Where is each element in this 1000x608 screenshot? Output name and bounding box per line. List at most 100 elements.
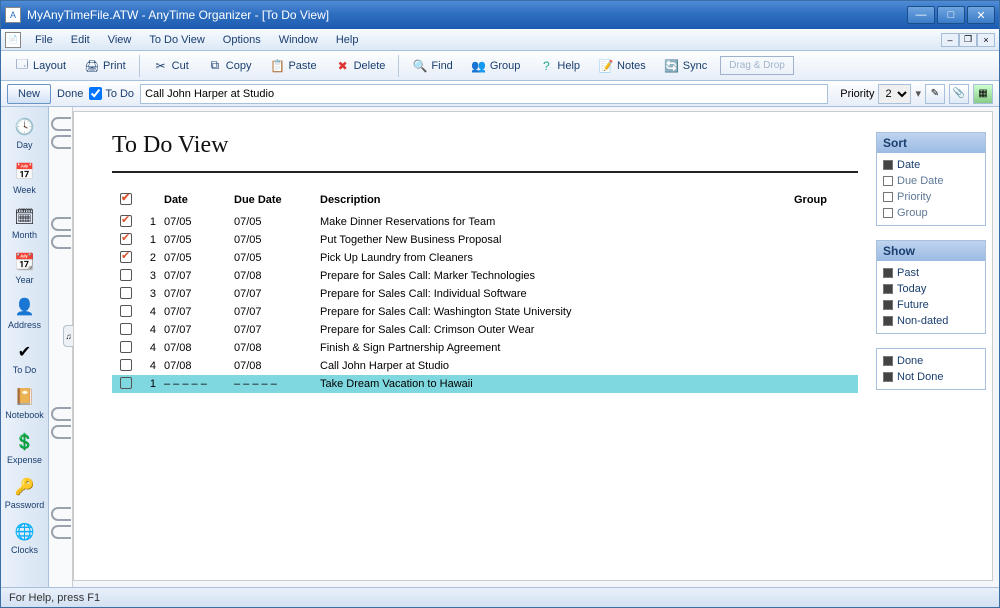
toggle-box-icon [883, 268, 893, 278]
nav-todo[interactable]: ✔To Do [4, 336, 46, 379]
row-check[interactable] [112, 233, 140, 248]
titlebar[interactable]: A MyAnyTimeFile.ATW - AnyTime Organizer … [1, 1, 999, 29]
maximize-button[interactable]: □ [937, 6, 965, 24]
nav-notebook-label: Notebook [5, 410, 44, 420]
checkbox-icon[interactable] [120, 377, 132, 389]
layout-button[interactable]: 🗔Layout [7, 54, 73, 78]
table-row[interactable]: 407/0707/07Prepare for Sales Call: Crims… [112, 321, 858, 339]
table-row[interactable]: 407/0807/08Finish & Sign Partnership Agr… [112, 339, 858, 357]
mdi-minimize-button[interactable]: – [941, 33, 959, 47]
header-date[interactable]: Date [164, 194, 234, 206]
checkbox-icon[interactable] [120, 341, 132, 353]
done-filter-button[interactable]: Done [57, 88, 83, 100]
page-title: To Do View [112, 132, 858, 159]
note-tab-icon[interactable]: ♫ [63, 325, 73, 347]
todo-filter-checkbox[interactable]: To Do [89, 87, 134, 100]
subbar: New Done To Do Priority 2 ▾ ✎ 📎 ▦ [1, 81, 999, 107]
menu-file[interactable]: File [27, 31, 61, 49]
header-group[interactable]: Group [794, 194, 858, 206]
close-button[interactable]: ✕ [967, 6, 995, 24]
sort-option[interactable]: Priority [883, 189, 979, 205]
status-option[interactable]: Done [883, 353, 979, 369]
new-button[interactable]: New [7, 84, 51, 104]
menu-todoview[interactable]: To Do View [141, 31, 212, 49]
row-check[interactable] [112, 269, 140, 284]
nav-address[interactable]: 👤Address [4, 291, 46, 334]
row-check[interactable] [112, 359, 140, 374]
group-button[interactable]: 👥Group [464, 54, 528, 78]
checkbox-icon[interactable] [120, 323, 132, 335]
show-option[interactable]: Today [883, 281, 979, 297]
show-option[interactable]: Future [883, 297, 979, 313]
checkbox-icon[interactable] [120, 233, 132, 245]
cut-button[interactable]: ✂Cut [146, 54, 196, 78]
header-description[interactable]: Description [320, 194, 794, 206]
show-option[interactable]: Non-dated [883, 313, 979, 329]
nav-expense[interactable]: 💲Expense [4, 426, 46, 469]
todo-checkbox-input[interactable] [89, 87, 102, 100]
priority-dropdown-icon[interactable]: ▾ [915, 87, 921, 100]
row-check[interactable] [112, 377, 140, 392]
help-button[interactable]: ?Help [531, 54, 587, 78]
table-row[interactable]: 107/0507/05Make Dinner Reservations for … [112, 213, 858, 231]
row-check[interactable] [112, 323, 140, 338]
table-row[interactable]: 407/0707/07Prepare for Sales Call: Washi… [112, 303, 858, 321]
category-button[interactable]: ▦ [973, 84, 993, 104]
copy-button[interactable]: ⧉Copy [200, 54, 259, 78]
row-check[interactable] [112, 305, 140, 320]
sort-option[interactable]: Group [883, 205, 979, 221]
nav-address-label: Address [8, 320, 41, 330]
mdi-restore-button[interactable]: ❐ [959, 33, 977, 47]
checkbox-icon[interactable] [120, 305, 132, 317]
nav-year[interactable]: 📆Year [4, 246, 46, 289]
checkbox-icon[interactable] [120, 359, 132, 371]
priority-select[interactable]: 2 [878, 84, 911, 104]
header-due-date[interactable]: Due Date [234, 194, 320, 206]
table-row[interactable]: 307/0707/07Prepare for Sales Call: Indiv… [112, 285, 858, 303]
delete-button[interactable]: ✖Delete [328, 54, 393, 78]
notes-button[interactable]: 📝Notes [591, 54, 653, 78]
paste-button[interactable]: 📋Paste [262, 54, 323, 78]
checkbox-icon[interactable] [120, 287, 132, 299]
table-row[interactable]: 307/0707/08Prepare for Sales Call: Marke… [112, 267, 858, 285]
nav-week[interactable]: 📅Week [4, 156, 46, 199]
minimize-button[interactable]: — [907, 6, 935, 24]
sync-button[interactable]: 🔄Sync [657, 54, 714, 78]
menu-edit[interactable]: Edit [63, 31, 98, 49]
nav-clocks[interactable]: 🌐Clocks [4, 516, 46, 559]
row-due-date: 07/08 [234, 342, 320, 354]
status-option[interactable]: Not Done [883, 369, 979, 385]
edit-note-button[interactable]: ✎ [925, 84, 945, 104]
table-row[interactable]: 107/0507/05Put Together New Business Pro… [112, 231, 858, 249]
menu-view[interactable]: View [100, 31, 140, 49]
find-button[interactable]: 🔍Find [405, 54, 459, 78]
show-option[interactable]: Past [883, 265, 979, 281]
row-check[interactable] [112, 341, 140, 356]
menu-window[interactable]: Window [271, 31, 326, 49]
row-check[interactable] [112, 215, 140, 230]
nav-password[interactable]: 🔑Password [4, 471, 46, 514]
table-row[interactable]: 207/0507/05Pick Up Laundry from Cleaners [112, 249, 858, 267]
nav-day[interactable]: 🕓Day [4, 111, 46, 154]
drag-drop-button[interactable]: Drag & Drop [720, 56, 794, 75]
menu-options[interactable]: Options [215, 31, 269, 49]
help-icon: ? [538, 58, 554, 74]
mdi-close-button[interactable]: × [977, 33, 995, 47]
attach-button[interactable]: 📎 [949, 84, 969, 104]
nav-month[interactable]: 🗓Month [4, 201, 46, 244]
nav-month-label: Month [12, 230, 37, 240]
checkbox-icon[interactable] [120, 251, 132, 263]
nav-notebook[interactable]: 📔Notebook [4, 381, 46, 424]
checkbox-icon[interactable] [120, 269, 132, 281]
table-row[interactable]: 1– – – – –– – – – –Take Dream Vacation t… [112, 375, 858, 393]
sort-option[interactable]: Date [883, 157, 979, 173]
row-check[interactable] [112, 251, 140, 266]
nav-todo-label: To Do [13, 365, 37, 375]
todo-entry-input[interactable] [140, 84, 828, 104]
sort-option[interactable]: Due Date [883, 173, 979, 189]
row-check[interactable] [112, 287, 140, 302]
print-button[interactable]: 🖨Print [77, 54, 133, 78]
checkbox-icon[interactable] [120, 215, 132, 227]
table-row[interactable]: 407/0807/08Call John Harper at Studio [112, 357, 858, 375]
menu-help[interactable]: Help [328, 31, 367, 49]
